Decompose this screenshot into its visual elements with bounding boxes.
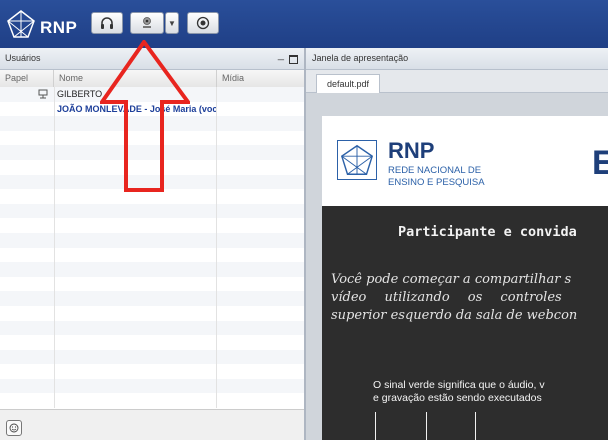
slide-body-line: Você pode começar a compartilhar s xyxy=(331,272,572,287)
rnp-slide-logo-icon xyxy=(337,140,377,180)
empty-row xyxy=(0,378,304,394)
presentation-slide: RNP REDE NACIONAL DE ENSINO E PESQUISA E… xyxy=(322,116,608,440)
empty-row xyxy=(0,349,304,365)
headset-button[interactable] xyxy=(91,12,123,34)
slide-note-line: e gravação estão sendo executados xyxy=(373,392,542,404)
record-icon xyxy=(196,16,210,30)
webcam-icon xyxy=(143,17,151,28)
empty-row xyxy=(0,232,304,248)
slide-logo-subtitle-1: REDE NACIONAL DE xyxy=(388,165,482,176)
empty-row xyxy=(0,247,304,263)
slide-header: RNP REDE NACIONAL DE ENSINO E PESQUISA E xyxy=(322,116,608,206)
webcam-options-dropdown[interactable]: ▼ xyxy=(165,12,179,34)
slide-chalkboard: Participante e convida Você pode começar… xyxy=(322,206,608,440)
slide-title-fragment: E xyxy=(592,144,608,182)
empty-row xyxy=(0,320,304,336)
headset-icon xyxy=(101,17,113,29)
slide-divider-line xyxy=(375,412,376,440)
slide-note-line: O sinal verde significa que o áudio, v xyxy=(373,379,545,391)
empty-row xyxy=(0,262,304,277)
presentation-tabbar: default.pdf xyxy=(306,70,608,93)
top-bar: RNP ▼ xyxy=(0,0,608,48)
slide-divider-line xyxy=(426,412,427,440)
column-header-midia[interactable]: Mídia xyxy=(217,70,304,87)
slide-heading: Participante e convida xyxy=(398,224,577,240)
empty-row xyxy=(0,393,304,409)
empty-row xyxy=(0,276,304,292)
presenter-icon xyxy=(38,89,48,99)
empty-row xyxy=(0,203,304,219)
empty-row xyxy=(0,305,304,321)
record-button[interactable] xyxy=(187,12,219,34)
slide-body-line: vídeo utilizando os controles xyxy=(331,290,562,305)
empty-row xyxy=(0,291,304,306)
users-panel-footer xyxy=(0,409,304,440)
app-logo-text: RNP xyxy=(40,18,78,37)
users-panel-title: Usuários xyxy=(5,53,41,63)
annotation-arrow-icon xyxy=(100,40,190,192)
presentation-panel: Janela de apresentação default.pdf RNP R… xyxy=(306,48,608,440)
webcam-button[interactable] xyxy=(130,12,164,34)
empty-row xyxy=(0,364,304,379)
presentation-panel-header: Janela de apresentação xyxy=(306,48,608,70)
presentation-panel-title: Janela de apresentação xyxy=(312,53,409,63)
column-header-papel[interactable]: Papel xyxy=(0,70,54,87)
slide-divider-line xyxy=(475,412,476,440)
emoji-icon xyxy=(9,423,19,433)
rnp-logo-icon xyxy=(7,10,35,38)
slide-body-line: superior esquerdo da sala de webcon xyxy=(331,308,578,323)
empty-row xyxy=(0,335,304,350)
minimize-icon[interactable]: _ xyxy=(278,49,284,61)
maximize-icon[interactable] xyxy=(289,55,298,64)
tab-default-pdf[interactable]: default.pdf xyxy=(316,74,381,93)
slide-logo-subtitle-2: ENSINO E PESQUISA xyxy=(388,177,485,188)
slide-logo-text: RNP xyxy=(388,138,435,163)
emoji-button[interactable] xyxy=(6,420,22,436)
empty-row xyxy=(0,218,304,233)
chevron-down-icon: ▼ xyxy=(168,18,176,28)
